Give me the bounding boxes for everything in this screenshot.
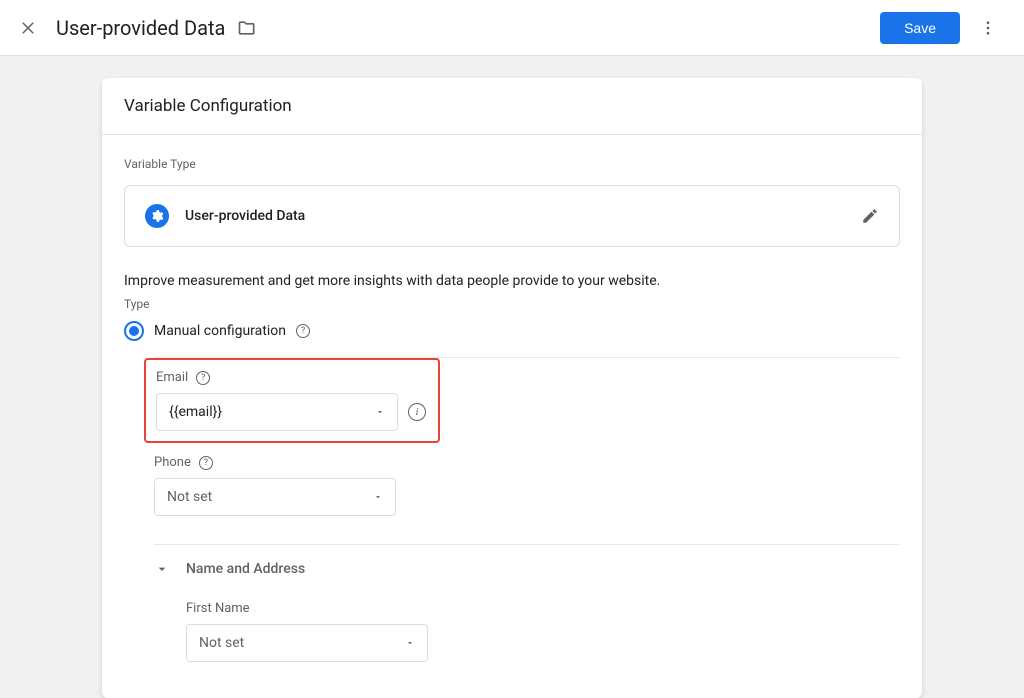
folder-icon[interactable] xyxy=(237,18,257,38)
edit-icon xyxy=(861,207,879,225)
name-address-toggle[interactable]: Name and Address xyxy=(154,561,900,589)
phone-value: Not set xyxy=(167,489,212,505)
gear-icon xyxy=(145,204,169,228)
page-title: User-provided Data xyxy=(56,16,225,40)
close-button[interactable] xyxy=(16,16,40,40)
first-name-select[interactable]: Not set xyxy=(186,624,428,662)
more-vertical-icon xyxy=(979,19,997,37)
chevron-down-icon xyxy=(405,638,415,648)
radio-label: Manual configuration xyxy=(154,323,286,339)
first-name-field-label: First Name xyxy=(186,601,250,616)
info-icon[interactable]: i xyxy=(408,403,426,421)
variable-type-label: Variable Type xyxy=(124,157,900,171)
close-icon xyxy=(19,19,37,37)
variable-config-card: Variable Configuration Variable Type Use… xyxy=(102,78,922,698)
email-value: {{email}} xyxy=(169,404,222,420)
manual-configuration-radio[interactable]: Manual configuration ? xyxy=(124,321,900,341)
variable-type-name: User-provided Data xyxy=(185,208,845,224)
help-icon[interactable]: ? xyxy=(196,371,210,385)
chevron-down-icon xyxy=(375,407,385,417)
description-text: Improve measurement and get more insight… xyxy=(124,273,900,289)
email-field-highlight: Email ? {{email}} i xyxy=(144,358,440,443)
top-bar: User-provided Data Save xyxy=(0,0,1024,56)
email-field-label: Email xyxy=(156,370,188,385)
name-address-label: Name and Address xyxy=(186,561,305,577)
variable-type-selector[interactable]: User-provided Data xyxy=(124,185,900,247)
chevron-down-icon xyxy=(154,561,170,577)
divider xyxy=(154,544,900,545)
email-select[interactable]: {{email}} xyxy=(156,393,398,431)
type-label: Type xyxy=(124,297,900,311)
help-icon[interactable]: ? xyxy=(199,456,213,470)
first-name-value: Not set xyxy=(199,635,244,651)
save-button[interactable]: Save xyxy=(880,12,960,44)
radio-button-selected-icon xyxy=(124,321,144,341)
chevron-down-icon xyxy=(373,492,383,502)
phone-select[interactable]: Not set xyxy=(154,478,396,516)
phone-field-label: Phone xyxy=(154,455,191,470)
more-options-button[interactable] xyxy=(968,8,1008,48)
card-header: Variable Configuration xyxy=(102,78,922,135)
help-icon[interactable]: ? xyxy=(296,324,310,338)
